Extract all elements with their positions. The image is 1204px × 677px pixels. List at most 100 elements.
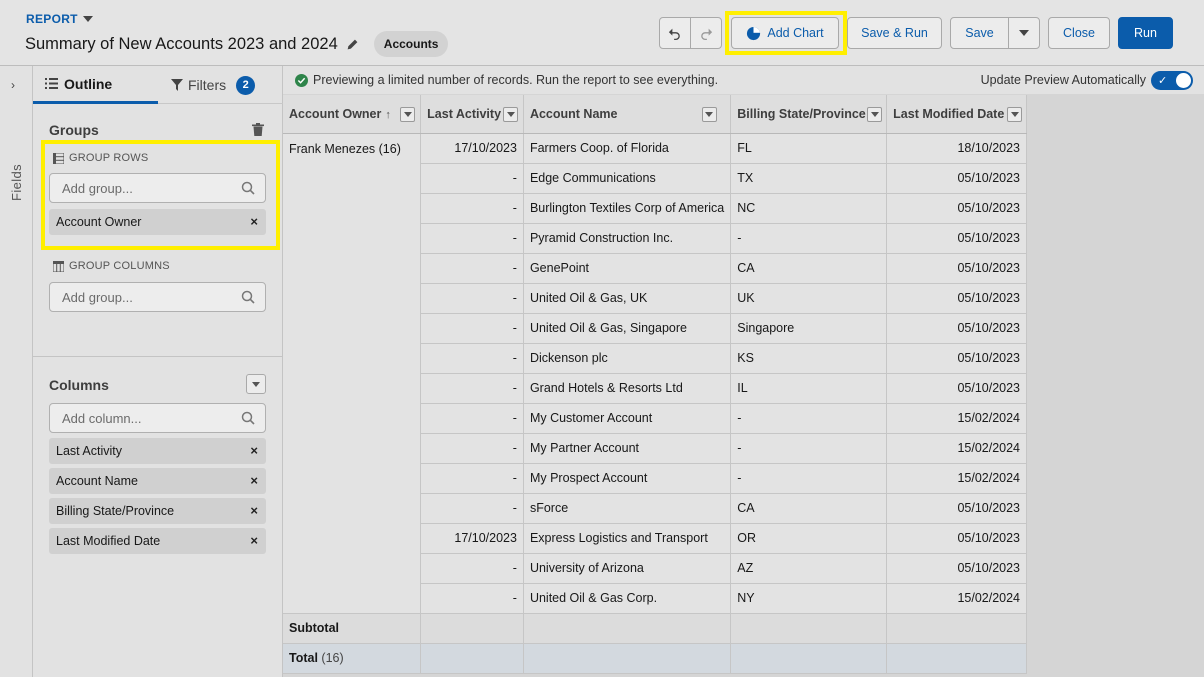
cell-last-activity: - [420, 493, 524, 524]
cell-account-name[interactable]: United Oil & Gas, Singapore [523, 313, 732, 344]
column-menu-button[interactable] [701, 107, 717, 122]
cell-billing-state: KS [730, 343, 888, 374]
group-columns-input[interactable] [62, 289, 242, 305]
subtotal-cell [523, 613, 732, 644]
cell-last-modified: 05/10/2023 [886, 523, 1027, 554]
cell-account-name[interactable]: Burlington Textiles Corp of America [523, 193, 732, 224]
remove-icon[interactable]: × [250, 214, 258, 229]
cell-account-name[interactable]: My Customer Account [523, 403, 732, 434]
group-owner-cell: Frank Menezes (16) [283, 133, 422, 614]
subtotal-cell [420, 613, 524, 644]
cell-last-activity: 17/10/2023 [420, 523, 524, 554]
filters-count-badge: 2 [236, 75, 256, 95]
total-cell [420, 643, 524, 674]
column-header-account-name[interactable]: Account Name [523, 95, 732, 134]
cell-account-name[interactable]: Edge Communications [523, 163, 732, 194]
column-menu-button[interactable] [503, 107, 519, 122]
run-button[interactable]: Run [1118, 17, 1173, 49]
column-chip[interactable]: Account Name × [49, 468, 266, 494]
cell-account-name[interactable]: University of Arizona [523, 553, 732, 584]
cell-last-modified: 05/10/2023 [886, 163, 1027, 194]
cell-account-name[interactable]: GenePoint [523, 253, 732, 284]
group-columns-label: GROUP COLUMNS [69, 260, 170, 272]
cell-account-name[interactable]: Express Logistics and Transport [523, 523, 732, 554]
column-header-account-owner[interactable]: Account Owner ↑ [283, 95, 422, 134]
sort-up-icon: ↑ [385, 108, 391, 121]
group-rows-search[interactable] [49, 173, 266, 203]
columns-menu-button[interactable] [246, 374, 266, 394]
save-menu-button[interactable] [1008, 17, 1040, 49]
add-chart-button[interactable]: Add Chart [731, 17, 839, 49]
chevron-down-icon [506, 112, 515, 117]
auto-update-toggle[interactable]: ✓ [1151, 71, 1193, 90]
column-menu-button[interactable] [1007, 107, 1023, 122]
close-button[interactable]: Close [1048, 17, 1110, 49]
total-cell [730, 643, 888, 674]
group-columns-search[interactable] [49, 282, 266, 312]
total-label: Total [289, 651, 318, 665]
tab-filters[interactable]: Filters 2 [171, 66, 256, 104]
columns-input[interactable] [62, 410, 242, 426]
cell-account-name[interactable]: United Oil & Gas, UK [523, 283, 732, 314]
tab-outline[interactable]: Outline [33, 66, 158, 104]
cell-last-activity: - [420, 433, 524, 464]
tab-outline-label: Outline [64, 75, 113, 92]
header-label: Last Modified Date [893, 106, 1005, 121]
cell-account-name[interactable]: Farmers Coop. of Florida [523, 133, 732, 164]
cell-account-name[interactable]: Dickenson plc [523, 343, 732, 374]
save-and-run-button[interactable]: Save & Run [847, 17, 942, 49]
column-chip[interactable]: Last Modified Date × [49, 528, 266, 554]
cell-last-modified: 05/10/2023 [886, 283, 1027, 314]
column-menu-button[interactable] [867, 107, 883, 122]
cell-billing-state: - [730, 223, 888, 254]
total-cell: Total (16) [283, 643, 422, 674]
remove-icon[interactable]: × [250, 503, 258, 518]
group-owner-count: (16) [378, 141, 401, 156]
toggle-knob [1176, 73, 1191, 88]
group-rows-label: GROUP ROWS [69, 152, 149, 164]
cell-last-activity: - [420, 343, 524, 374]
cell-last-activity: - [420, 583, 524, 614]
group-rows-input[interactable] [62, 180, 242, 196]
fields-panel-toggle[interactable]: › Fields [0, 66, 33, 677]
cell-account-name[interactable]: Grand Hotels & Resorts Ltd [523, 373, 732, 404]
column-chip-label: Account Name [56, 474, 138, 488]
redo-button[interactable] [690, 17, 722, 49]
chevron-down-icon [870, 112, 879, 117]
cell-last-modified: 15/02/2024 [886, 403, 1027, 434]
group-row-chip[interactable]: Account Owner × [49, 209, 266, 235]
cell-account-name[interactable]: My Partner Account [523, 433, 732, 464]
column-header-last-activity[interactable]: Last Activity [420, 95, 524, 134]
column-chip[interactable]: Last Activity × [49, 438, 266, 464]
subtotal-cell [886, 613, 1027, 644]
column-header-billing-state[interactable]: Billing State/Province [730, 95, 888, 134]
save-button[interactable]: Save [950, 17, 1009, 49]
cell-last-modified: 05/10/2023 [886, 493, 1027, 524]
remove-icon[interactable]: × [250, 533, 258, 548]
fields-label: Fields [9, 163, 24, 201]
undo-button[interactable] [659, 17, 691, 49]
column-header-last-modified[interactable]: Last Modified Date [886, 95, 1027, 134]
remove-icon[interactable]: × [250, 443, 258, 458]
trash-icon[interactable] [252, 123, 264, 136]
chevron-down-icon [403, 112, 412, 117]
column-menu-button[interactable] [400, 107, 415, 122]
edit-pencil-icon[interactable] [346, 37, 360, 51]
cell-billing-state: OR [730, 523, 888, 554]
add-chart-label: Add Chart [767, 26, 824, 40]
columns-icon [53, 260, 64, 272]
columns-search[interactable] [49, 403, 266, 433]
cell-last-activity: - [420, 193, 524, 224]
report-type-menu[interactable]: REPORT [26, 12, 93, 26]
cell-last-modified: 05/10/2023 [886, 223, 1027, 254]
cell-last-modified: 05/10/2023 [886, 313, 1027, 344]
total-cell [886, 643, 1027, 674]
cell-account-name[interactable]: sForce [523, 493, 732, 524]
cell-last-activity: - [420, 253, 524, 284]
cell-account-name[interactable]: United Oil & Gas Corp. [523, 583, 732, 614]
remove-icon[interactable]: × [250, 473, 258, 488]
table-body: Frank Menezes (16) 17/10/2023 Farmers Coo… [283, 133, 1027, 614]
cell-account-name[interactable]: Pyramid Construction Inc. [523, 223, 732, 254]
cell-account-name[interactable]: My Prospect Account [523, 463, 732, 494]
column-chip[interactable]: Billing State/Province × [49, 498, 266, 524]
